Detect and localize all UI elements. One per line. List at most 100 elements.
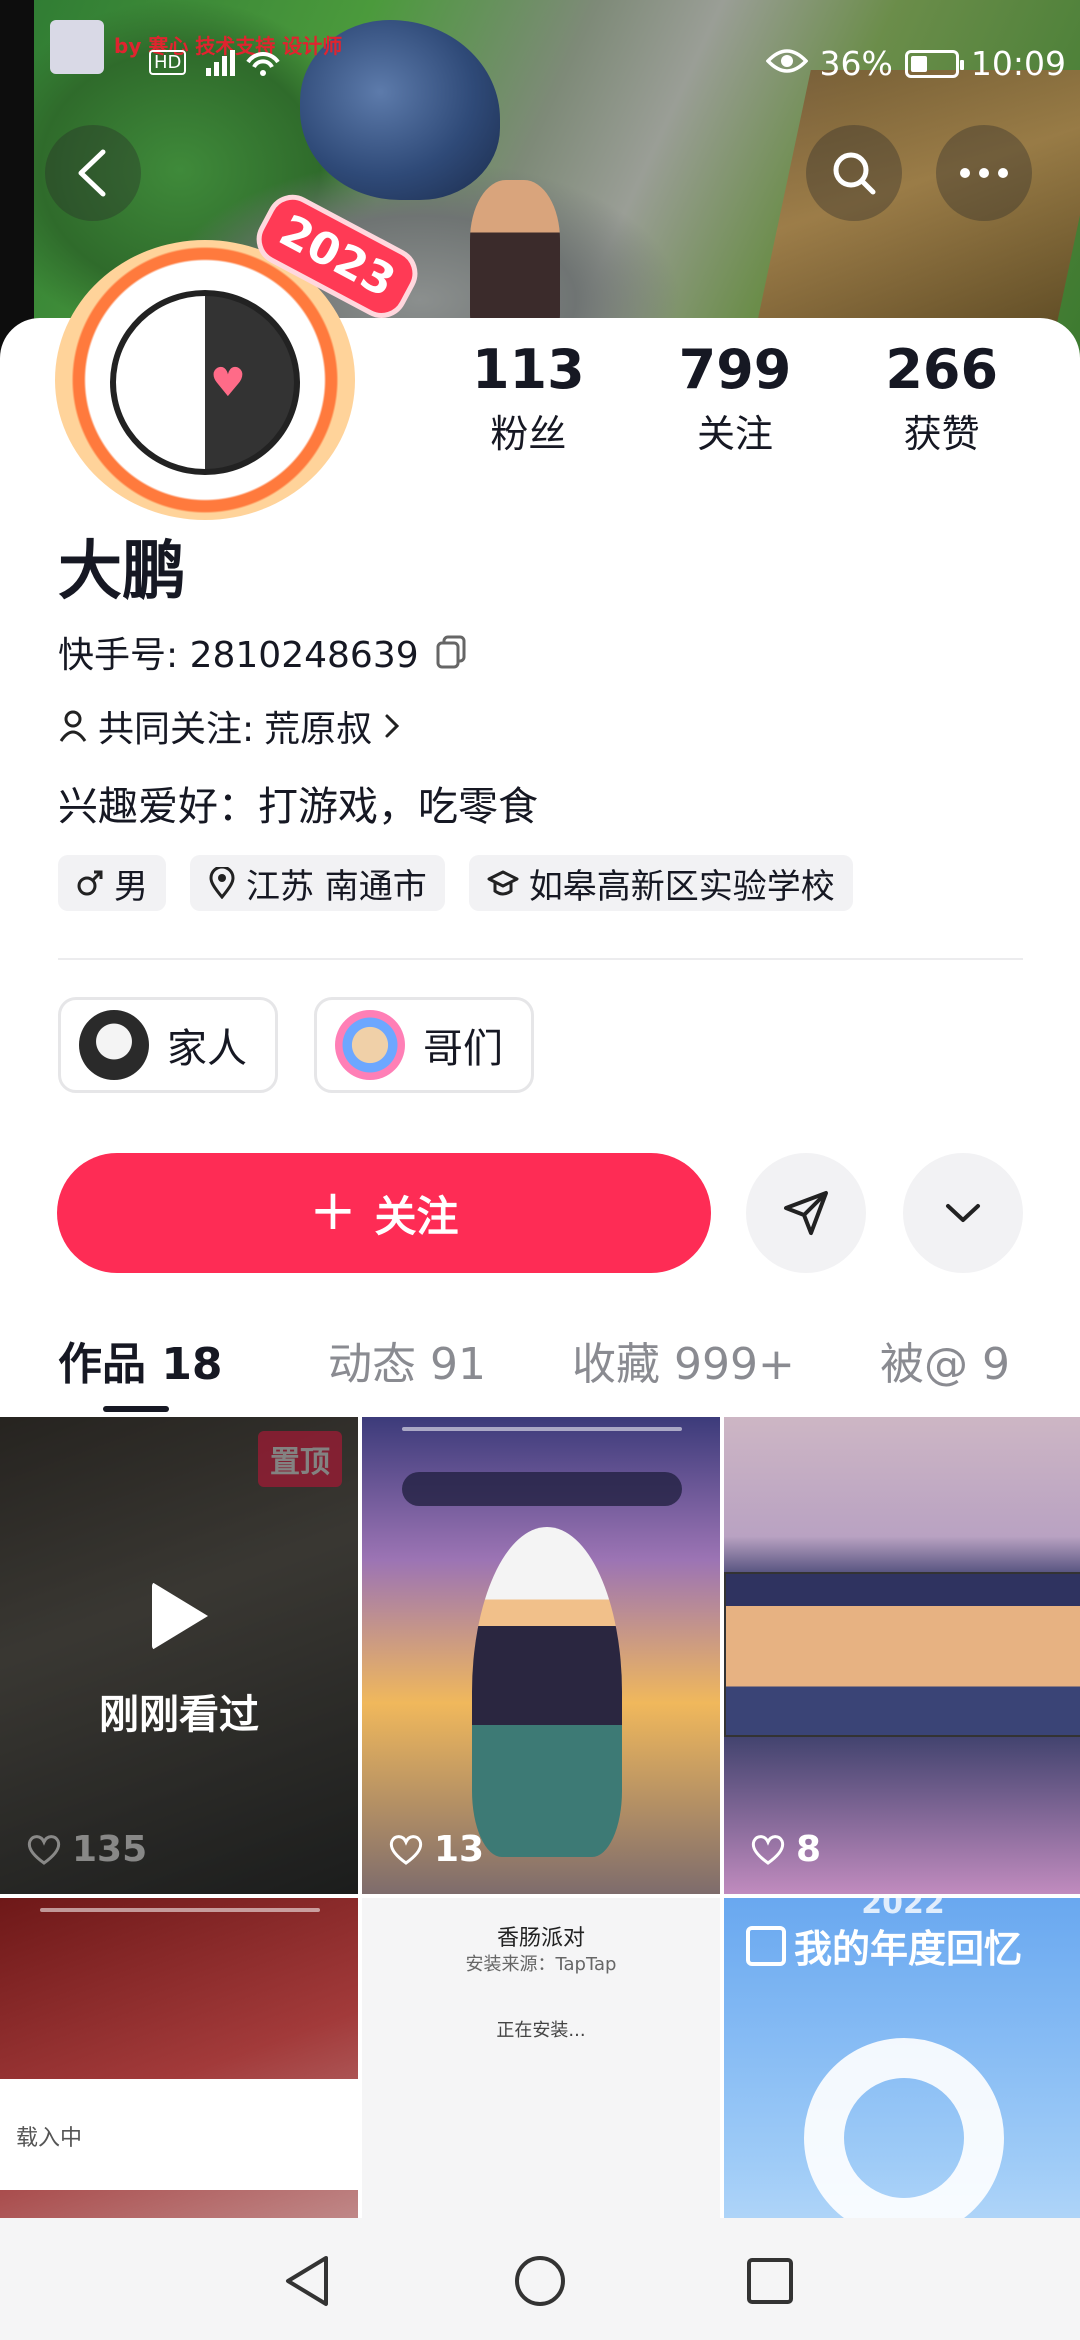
group-chips: 家人 哥们 bbox=[58, 997, 534, 1093]
eye-icon bbox=[765, 44, 808, 83]
square-recents-icon bbox=[747, 2258, 793, 2304]
stat-label: 粉丝 bbox=[490, 412, 567, 457]
stat-label: 获赞 bbox=[903, 412, 980, 457]
stat-likes[interactable]: 266 获赞 bbox=[838, 340, 1045, 458]
memory-title-row: 我的年度回忆 bbox=[746, 1918, 1022, 1973]
search-icon bbox=[833, 152, 876, 195]
mutual-follow-row[interactable]: 共同关注: 荒原叔 bbox=[58, 700, 402, 752]
watched-label: 刚刚看过 bbox=[99, 1692, 259, 1738]
chevron-right-icon bbox=[385, 714, 400, 738]
overlay-thumbnail bbox=[50, 20, 104, 74]
watched-overlay bbox=[0, 1417, 358, 1894]
profile-bio: 兴趣爱好：打游戏，吃零食 bbox=[58, 784, 538, 830]
recommend-dropdown-button[interactable] bbox=[903, 1153, 1023, 1273]
heart-icon: ♥ bbox=[210, 360, 246, 406]
follow-button[interactable]: + 关注 bbox=[57, 1153, 711, 1273]
work-item[interactable]: 8 bbox=[724, 1417, 1080, 1894]
more-button[interactable] bbox=[936, 125, 1032, 221]
heart-outline-icon bbox=[27, 1834, 61, 1865]
tag-location: 江苏 南通市 bbox=[190, 855, 445, 911]
install-source: 安装来源：TapTap bbox=[465, 1954, 617, 1975]
like-value: 135 bbox=[72, 1829, 148, 1870]
mutual-label: 共同关注: bbox=[98, 709, 255, 750]
nav-home-button[interactable] bbox=[510, 2251, 570, 2311]
cover-player bbox=[470, 180, 560, 330]
tab-works[interactable]: 作品 18 bbox=[58, 1328, 223, 1392]
group-label: 家人 bbox=[167, 1026, 247, 1072]
work-item[interactable]: 置顶 刚刚看过 135 bbox=[0, 1417, 358, 1894]
stat-fans[interactable]: 113 粉丝 bbox=[425, 340, 632, 458]
avatar[interactable]: ♥ 2023 bbox=[55, 185, 427, 520]
work-item[interactable]: 13 bbox=[362, 1417, 720, 1894]
system-nav-bar bbox=[0, 2218, 1080, 2340]
progress-line bbox=[402, 1427, 682, 1431]
loading-text: 载入中 bbox=[16, 2126, 83, 2151]
message-button[interactable] bbox=[746, 1153, 866, 1273]
battery-percent: 36% bbox=[819, 44, 893, 83]
plus-icon: + bbox=[309, 1177, 357, 1243]
heart-outline-icon bbox=[751, 1834, 785, 1865]
tab-mentions[interactable]: 被@ 9 bbox=[880, 1328, 1010, 1392]
back-button[interactable] bbox=[45, 125, 141, 221]
hd-icon: HD bbox=[149, 50, 187, 75]
memory-title: 我的年度回忆 bbox=[794, 1927, 1023, 1971]
like-count: 135 bbox=[26, 1829, 147, 1870]
game-banner bbox=[402, 1472, 682, 1506]
signal-icon bbox=[204, 48, 284, 85]
battery-icon bbox=[904, 49, 964, 78]
tab-favorites[interactable]: 收藏 999+ bbox=[572, 1328, 795, 1392]
image-icon bbox=[746, 1925, 786, 1966]
like-value: 13 bbox=[434, 1829, 485, 1870]
install-status: 正在安装... bbox=[496, 2020, 586, 2041]
tag-text: 如皋高新区实验学校 bbox=[528, 866, 835, 907]
group-label: 哥们 bbox=[423, 1026, 503, 1072]
nav-recents-button[interactable] bbox=[740, 2251, 800, 2311]
copy-icon[interactable] bbox=[435, 635, 467, 669]
profile-tabs: 作品 18 动态 91 收藏 999+ 被@ 9 bbox=[0, 1320, 1080, 1412]
profile-name: 大鹏 bbox=[58, 535, 186, 609]
group-family[interactable]: 家人 bbox=[58, 997, 278, 1093]
stat-value: 113 bbox=[471, 338, 585, 401]
game-character bbox=[472, 1527, 622, 1857]
tab-indicator bbox=[103, 1406, 169, 1412]
school-icon bbox=[487, 870, 519, 896]
screen-edge bbox=[0, 0, 34, 360]
stat-label: 关注 bbox=[697, 412, 774, 457]
tag-text: 江苏 南通市 bbox=[246, 866, 427, 907]
status-bar: by 寒心 技术支持 设计师 HD 36% 10:09 bbox=[34, 0, 1080, 83]
install-app-name: 香肠派对 bbox=[496, 1926, 585, 1951]
mutual-name: 荒原叔 bbox=[264, 709, 373, 750]
search-button[interactable] bbox=[806, 125, 902, 221]
like-count: 8 bbox=[750, 1829, 821, 1870]
group-buddies[interactable]: 哥们 bbox=[314, 997, 534, 1093]
male-icon bbox=[77, 870, 103, 896]
tag-text: 男 bbox=[114, 866, 148, 907]
stat-value: 799 bbox=[678, 338, 792, 401]
group-avatar bbox=[79, 1010, 149, 1080]
status-right: 36% 10:09 bbox=[765, 44, 1066, 83]
cloud-logo bbox=[804, 2038, 1004, 2238]
chevron-left-icon bbox=[78, 149, 106, 197]
heart-outline-icon bbox=[389, 1834, 423, 1865]
game-screenshot bbox=[724, 1572, 1080, 1737]
circle-home-icon bbox=[515, 2256, 565, 2306]
tag-school: 如皋高新区实验学校 bbox=[468, 855, 853, 911]
profile-stats: 113 粉丝 799 关注 266 获赞 bbox=[425, 340, 1045, 458]
like-value: 8 bbox=[796, 1829, 822, 1870]
cover-fence bbox=[749, 70, 1080, 360]
location-icon bbox=[209, 867, 235, 899]
nav-back-button[interactable] bbox=[277, 2251, 337, 2311]
stat-following[interactable]: 799 关注 bbox=[632, 340, 839, 458]
group-avatar bbox=[335, 1010, 405, 1080]
clock: 10:09 bbox=[970, 44, 1066, 83]
stat-value: 266 bbox=[885, 338, 999, 401]
kuaishou-id: 2810248639 bbox=[189, 635, 419, 676]
person-icon bbox=[59, 710, 87, 742]
profile-tags: 男 江苏 南通市 如皋高新区实验学校 bbox=[58, 855, 853, 911]
follow-label: 关注 bbox=[374, 1191, 459, 1241]
play-icon bbox=[152, 1582, 208, 1650]
kuaishou-id-row: 快手号: 2810248639 bbox=[58, 626, 467, 678]
more-icon bbox=[960, 168, 1008, 178]
tab-moments[interactable]: 动态 91 bbox=[328, 1328, 486, 1392]
progress-line bbox=[40, 1908, 320, 1912]
